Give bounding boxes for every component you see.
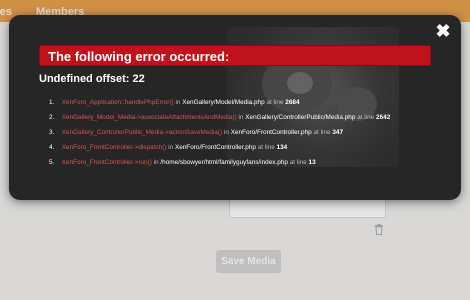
trace-function: XenGallery_Model_Media->associateAttachm… <box>61 114 237 121</box>
close-icon[interactable]: ✖ <box>435 22 451 40</box>
trace-file: XenGallery/Model/Media.php <box>182 99 265 106</box>
trace-file: XenForo/FrontController.php <box>230 129 312 136</box>
trace-file: /home/sbowyer/html/familyguyfans/index.p… <box>160 159 288 166</box>
trace-function: XenGallery_ControllerPublic_Media->actio… <box>61 129 223 136</box>
trace-file: XenForo/FrontController.php <box>174 144 256 151</box>
trace-line-number: 2684 <box>285 99 300 106</box>
trace-line-number: 13 <box>308 159 316 166</box>
error-title: The following error occurred: <box>48 49 230 64</box>
stack-trace-item: 1. XenForo_Application::handlePhpError()… <box>49 99 300 106</box>
trace-file: XenGallery/ControllerPublic/Media.php <box>245 114 356 121</box>
trace-function: XenForo_FrontController->run() <box>61 159 152 166</box>
trace-function: XenForo_Application::handlePhpError() <box>61 99 174 106</box>
trace-function: XenForo_FrontController->dispatch() <box>61 144 167 151</box>
error-dialog: ✖ The following error occurred: Undefine… <box>9 15 461 200</box>
error-message: Undefined offset: 22 <box>39 73 145 85</box>
stack-trace-item: 2. XenGallery_Model_Media->associateAtta… <box>49 114 391 121</box>
trace-line-number: 134 <box>276 144 288 151</box>
stack-trace-item: 3. XenGallery_ControllerPublic_Media->ac… <box>49 129 344 136</box>
trace-line-number: 347 <box>332 129 344 136</box>
stack-trace-item: 4. XenForo_FrontController->dispatch() i… <box>49 144 288 151</box>
stack-trace-item: 5. XenForo_FrontController->run() in /ho… <box>49 159 316 166</box>
stack-trace-list: 1. XenForo_Application::handlePhpError()… <box>49 95 454 170</box>
trace-line-number: 2642 <box>376 114 391 121</box>
error-banner: The following error occurred: <box>39 45 431 66</box>
